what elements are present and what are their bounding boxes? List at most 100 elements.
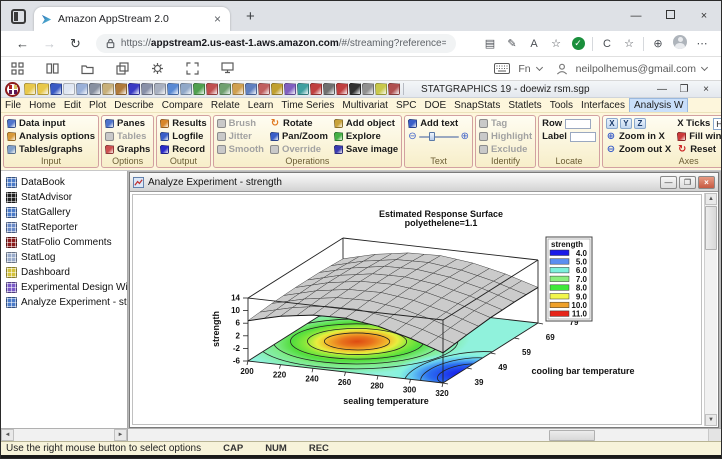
axis-x-button[interactable]: X [606,118,618,129]
save-icon[interactable] [50,83,62,95]
sidebar-item-statgallery[interactable]: StatGallery [1,205,127,220]
ribbon-reset-button[interactable]: ↻Reset [677,143,721,156]
child-close-button[interactable]: × [698,176,715,189]
account-chevron-icon[interactable] [701,64,708,71]
menu-item-learn[interactable]: Learn [244,99,278,112]
regression-icon[interactable] [245,83,257,95]
menu-item-snapstats[interactable]: SnapStats [450,99,504,112]
ribbon-tables-graphs-button[interactable]: Tables/graphs [7,143,95,156]
fullscreen-icon[interactable] [186,62,199,75]
keyboard-icon[interactable] [494,63,510,74]
account-email[interactable]: neilpolhemus@gmail.com [576,63,696,75]
favorites-bar-icon[interactable]: ☆ [618,37,640,50]
ribbon-add-text-button[interactable]: Add text [408,117,469,130]
menu-item-home[interactable]: Home [25,99,60,112]
ribbon-results-button[interactable]: Results [160,117,206,130]
menu-item-interfaces[interactable]: Interfaces [577,99,629,112]
forward-icon[interactable]: → [43,36,56,51]
data-table-icon[interactable] [323,83,335,95]
browser-tab[interactable]: Amazon AppStream 2.0 × [34,7,230,31]
ribbon-panes-button[interactable]: Panes [105,117,150,130]
window-maximize-button[interactable] [653,1,687,31]
axis-z-button[interactable]: Z [634,118,646,129]
menu-item-tools[interactable]: Tools [546,99,577,112]
menu-item-analysis-w[interactable]: Analysis W [629,98,688,112]
refresh-icon[interactable]: ↻ [70,36,81,52]
fn-chevron-icon[interactable] [536,64,543,71]
back-icon[interactable]: ← [16,36,29,51]
slider-thumb[interactable] [429,132,435,141]
x-ticks-dropdown[interactable]: Horizontal [713,118,721,130]
print-icon[interactable] [141,83,153,95]
options-gear-icon[interactable] [310,83,322,95]
cut-icon[interactable] [89,83,101,95]
close-red-icon[interactable] [336,83,348,95]
child-minimize-button[interactable]: — [660,176,677,189]
address-bar[interactable]: https://appstream2.us-east-1.aws.amazon.… [96,34,456,53]
ribbon-add-object-button[interactable]: Add object [334,117,398,130]
compare-icon[interactable] [193,83,205,95]
apps-grid-icon[interactable] [11,62,24,75]
chart-hscrollbar[interactable] [128,429,721,441]
paste-icon[interactable] [115,83,127,95]
slider-track[interactable] [419,136,459,138]
tab-close-icon[interactable]: × [211,12,224,26]
copy-windows-icon[interactable] [116,62,129,75]
scroll-up-icon[interactable]: ▲ [705,193,717,205]
menu-item-relate[interactable]: Relate [207,99,244,112]
menu-item-multivariat[interactable]: Multivariat [338,99,392,112]
help-icon[interactable] [375,83,387,95]
fit-icon[interactable] [219,83,231,95]
horizontal-scroll-thumb[interactable] [549,430,595,441]
preview-icon[interactable] [154,83,166,95]
edit-icon[interactable]: ✎ [501,37,523,50]
menu-item-edit[interactable]: Edit [60,99,85,112]
ribbon-graphs-button[interactable]: Graphs [105,143,150,156]
time-series-icon[interactable] [297,83,309,95]
table-icon[interactable] [180,83,192,95]
more-icon[interactable]: ⋯ [691,37,713,50]
split-screen-icon[interactable] [46,62,59,75]
new-icon[interactable] [24,83,36,95]
copy-icon[interactable] [102,83,114,95]
child-restore-button[interactable]: ❐ [679,176,696,189]
axis-y-button[interactable]: Y [620,118,632,129]
menu-item-describe[interactable]: Describe [110,99,157,112]
graduate-cap-icon[interactable] [349,83,361,95]
child-window-titlebar[interactable]: Analyze Experiment - strength — ❐ × [130,173,718,192]
shield-check-icon[interactable]: ✓ [567,37,589,50]
new-tab-button[interactable]: + [240,8,261,25]
window-minimize-button[interactable]: — [619,1,653,31]
tab-actions-icon[interactable] [11,9,26,24]
menu-item-spc[interactable]: SPC [392,99,421,112]
sidebar-item-statreporter[interactable]: StatReporter [1,220,127,235]
files-icon[interactable] [81,62,94,75]
sg-restore-button[interactable]: ❐ [673,84,695,95]
text-size-slider[interactable]: ⊖⊕ [408,130,469,143]
settings-gear-icon[interactable] [151,62,164,75]
menu-item-statlets[interactable]: Statlets [504,99,545,112]
statgraphics-app-button[interactable] [5,82,20,97]
ribbon-data-input-button[interactable]: Data input [7,117,95,130]
fn-label[interactable]: Fn [518,63,530,75]
window-close-button[interactable]: × [687,1,721,31]
scatter-icon[interactable] [167,83,179,95]
sidebar-scroll-right-icon[interactable]: ► [114,429,127,441]
ribbon-fill-window-button[interactable]: Fill window [677,130,721,143]
slider-plus-icon[interactable]: ⊕ [461,132,469,142]
sg-minimize-button[interactable]: — [651,84,673,95]
menu-item-doe[interactable]: DOE [421,99,451,112]
sidebar-item-statadvisor[interactable]: StatAdvisor [1,190,127,205]
ribbon-explore-button[interactable]: Explore [334,130,398,143]
print-page-icon[interactable] [63,83,75,95]
open-icon[interactable] [37,83,49,95]
menu-item-file[interactable]: File [1,99,25,112]
sidebar-item-databook[interactable]: DataBook [1,175,127,190]
menu-item-compare[interactable]: Compare [158,99,207,112]
response-surface-chart[interactable]: Estimated Response Surfacepolyethelene=1… [133,195,689,421]
vertical-scrollbar[interactable]: ▲ ▼ [704,193,717,426]
ribbon-zoom-out-x-button[interactable]: ⊖Zoom out X [606,143,671,156]
design-icon[interactable] [206,83,218,95]
surface-3d-icon[interactable] [284,83,296,95]
add-favorite-icon[interactable]: ☆ [545,37,567,50]
